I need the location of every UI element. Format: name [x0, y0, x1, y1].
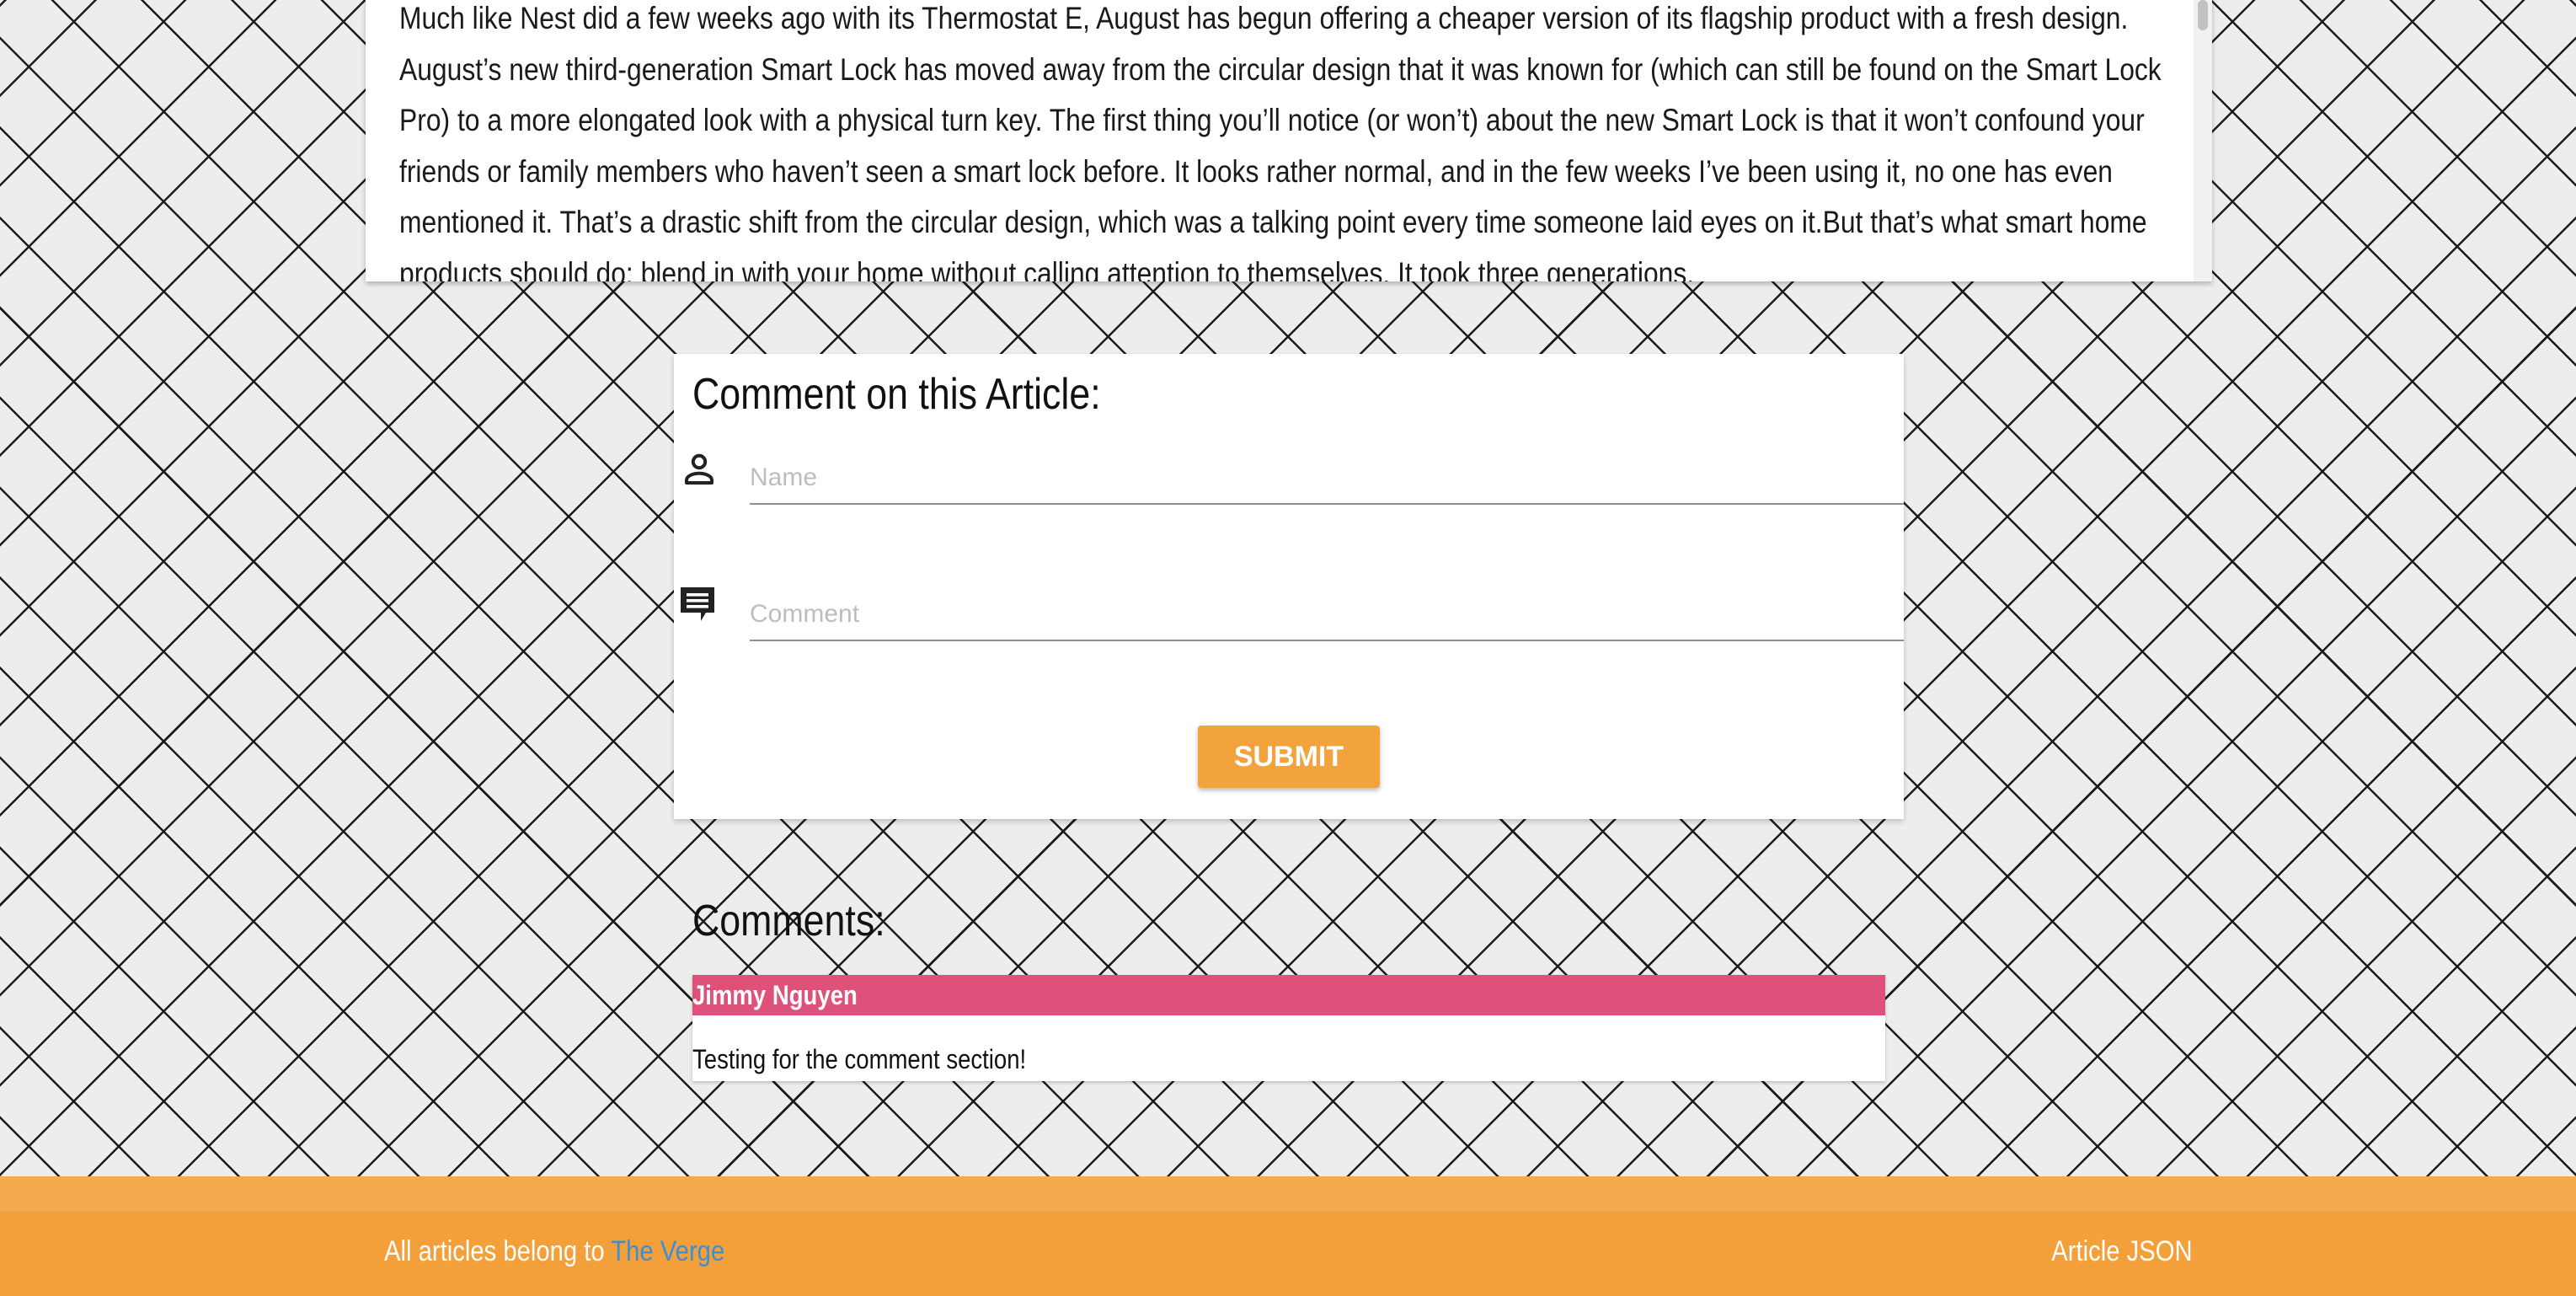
name-input[interactable]: [750, 453, 1904, 505]
the-verge-link[interactable]: The Verge: [611, 1235, 724, 1267]
comment-author-bar: Jimmy Nguyen: [692, 975, 1885, 1015]
comments-title: Comments:: [692, 897, 885, 945]
scrollbar-thumb[interactable]: [2198, 0, 2208, 30]
comment-item: Jimmy Nguyen Testing for the comment sec…: [692, 975, 1885, 1081]
footer: All articles belong to The Verge Article…: [0, 1176, 2576, 1296]
person-icon: [679, 449, 719, 490]
comment-text-row: Testing for the comment section!: [692, 1044, 1081, 1075]
submit-button[interactable]: SUBMIT: [1198, 726, 1380, 788]
comment-text: Testing for the comment section!: [692, 1044, 1027, 1074]
footer-credit: All articles belong to The Verge: [384, 1235, 724, 1268]
comment-input[interactable]: [750, 589, 1904, 641]
comment-icon: [677, 584, 718, 624]
comment-form: Comment on this Article: SUBMIT: [674, 354, 1904, 819]
footer-credit-text: All articles belong to: [384, 1235, 605, 1267]
article-content[interactable]: Much like Nest did a few weeks ago with …: [366, 0, 2212, 281]
footer-top-band: [0, 1176, 2576, 1212]
article-text: Much like Nest did a few weeks ago with …: [399, 1, 2162, 281]
comment-author: Jimmy Nguyen: [692, 980, 858, 1010]
comment-form-title: Comment on this Article:: [692, 370, 1101, 419]
article-scrollbar[interactable]: [2194, 0, 2212, 281]
article-json-link[interactable]: Article JSON: [2052, 1235, 2193, 1268]
